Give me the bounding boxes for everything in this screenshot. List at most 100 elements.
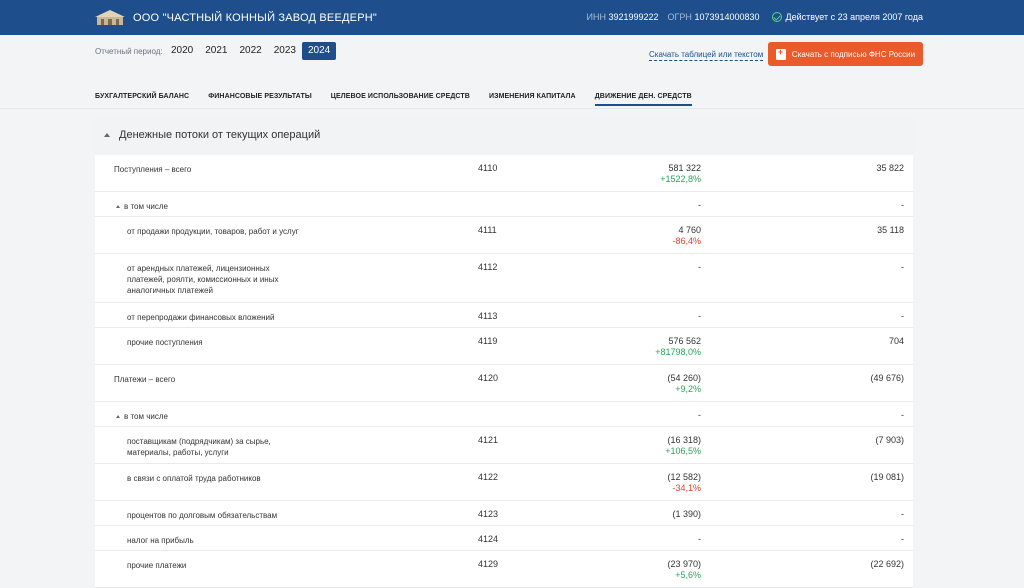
table-row: прочие платежи 4129 (23 970) +5,6% (22 692) — [95, 551, 913, 588]
company-logo-icon — [95, 10, 125, 25]
value-2024-text: - — [698, 534, 701, 544]
status-text: Действует с 23 апреля 2007 года — [785, 12, 923, 22]
report-tabs: БУХГАЛТЕРСКИЙ БАЛАНС ФИНАНСОВЫЕ РЕЗУЛЬТАТ… — [95, 93, 692, 106]
company-requisites: ИНН 3921999222 ОГРН 1073914000830 Действ… — [586, 12, 923, 22]
row-code: 4123 — [478, 509, 499, 519]
value-2024-text: (54 260) — [667, 373, 701, 383]
section-title: Денежные потоки от текущих операций — [119, 129, 321, 141]
tab-1[interactable]: БУХГАЛТЕРСКИЙ БАЛАНС — [95, 93, 189, 106]
table-row: поставщикам (подрядчикам) за сырье, мате… — [95, 427, 913, 464]
cashflow-table: Поступления – всего 4110 581 322 +1522,8% 35… — [95, 155, 913, 588]
tab-3[interactable]: ЦЕЛЕВОЕ ИСПОЛЬЗОВАНИЕ СРЕДСТВ — [331, 93, 470, 106]
row-code: 4110 — [478, 163, 498, 173]
tab-2[interactable]: ФИНАНСОВЫЕ РЕЗУЛЬТАТЫ — [208, 93, 312, 106]
cashflow-panel: Денежные потоки от текущих операций Пост… — [95, 115, 913, 588]
period-label: Отчетный период: — [95, 47, 163, 56]
table-row[interactable]: в том числе - - — [95, 192, 913, 217]
report-controls: Отчетный период: 2020 2021 2022 2023 2024 Ск… — [0, 35, 1024, 109]
section-header[interactable]: Денежные потоки от текущих операций — [95, 115, 913, 155]
value-2024-text: 4 760 — [678, 225, 701, 235]
value-2023: - — [901, 509, 904, 519]
change-percent: -34,1% — [672, 483, 701, 493]
tab-5[interactable]: ДВИЖЕНИЕ ДЕН. СРЕДСТВ — [594, 93, 692, 106]
value-2024: - — [698, 410, 701, 421]
change-percent: -86,4% — [672, 236, 701, 246]
row-code: 4112 — [478, 262, 498, 272]
value-2023: 35 822 — [876, 163, 904, 173]
collapse-caret-icon[interactable] — [104, 133, 110, 137]
row-name: в том числе — [116, 411, 316, 422]
change-percent: +9,2% — [675, 384, 701, 394]
download-signed-label: Скачать с подписью ФНС России — [791, 49, 916, 59]
change-percent: +5,6% — [675, 570, 701, 580]
value-2023: - — [901, 311, 904, 321]
value-2023: (49 676) — [870, 373, 904, 383]
table-row: прочие поступления 4119 576 562 +81798,0% 70… — [95, 328, 913, 365]
row-name: от продажи продукции, товаров, работ и у… — [127, 227, 299, 236]
value-2024: (12 582) -34,1% — [667, 472, 701, 494]
value-2024-text: (23 970) — [667, 559, 701, 569]
ogrn-value: 1073914000830 — [694, 12, 760, 22]
row-name: прочие платежи — [127, 561, 187, 570]
row-name: процентов по долговым обязательствам — [127, 511, 278, 520]
value-2024: - — [698, 534, 701, 545]
row-name: в том числе — [116, 201, 316, 212]
ogrn-label: ОГРН — [667, 12, 692, 22]
table-row: от продажи продукции, товаров, работ и у… — [95, 217, 913, 254]
value-2023: (22 692) — [870, 559, 904, 569]
row-name-text: в том числе — [124, 412, 168, 421]
value-2024-text: 576 562 — [668, 336, 701, 346]
tab-4[interactable]: ИЗМЕНЕНИЯ КАПИТАЛА — [489, 93, 576, 106]
value-2023: - — [901, 200, 904, 210]
change-percent: +1522,8% — [660, 174, 701, 184]
table-row: от перепродажи финансовых вложений 4113 - - — [95, 303, 913, 328]
expand-caret-icon[interactable] — [116, 415, 120, 418]
inn-value: 3921999222 — [608, 12, 659, 22]
row-code: 4120 — [478, 373, 499, 383]
value-2023: - — [901, 410, 904, 420]
year-option-2022[interactable]: 2022 — [234, 42, 268, 60]
year-option-2020[interactable]: 2020 — [165, 42, 199, 60]
download-table-link[interactable]: Скачать таблицей или текстом — [649, 50, 764, 61]
year-option-2023[interactable]: 2023 — [268, 42, 302, 60]
value-2024: (23 970) +5,6% — [667, 559, 701, 581]
value-2024: 576 562 +81798,0% — [655, 336, 701, 358]
top-bar: ООО "ЧАСТНЫЙ КОННЫЙ ЗАВОД ВЕЕДЕРН" ИНН 3… — [0, 0, 1024, 35]
row-name: от арендных платежей, лицензионных плате… — [127, 264, 279, 295]
row-name: налог на прибыль — [127, 536, 194, 545]
value-2023: 35 118 — [877, 225, 904, 235]
table-row: налог на прибыль 4124 - - — [95, 526, 913, 551]
value-2024-text: - — [698, 410, 701, 420]
download-signed-button[interactable]: Скачать с подписью ФНС России — [768, 42, 923, 66]
row-code: 4111 — [478, 225, 497, 235]
row-code: 4119 — [478, 336, 498, 346]
status-badge: Действует с 23 апреля 2007 года — [771, 12, 923, 22]
row-name: от перепродажи финансовых вложений — [127, 313, 275, 322]
company-name: ООО "ЧАСТНЫЙ КОННЫЙ ЗАВОД ВЕЕДЕРН" — [133, 12, 377, 24]
value-2024-text: (1 390) — [672, 509, 701, 519]
value-2024-text: (16 318) — [667, 435, 701, 445]
check-circle-icon — [771, 12, 782, 22]
value-2023: (7 903) — [875, 435, 904, 445]
change-percent: +81798,0% — [655, 347, 701, 357]
value-2023: 704 — [888, 336, 904, 346]
year-option-2021[interactable]: 2021 — [199, 42, 233, 60]
value-2024-text: - — [698, 200, 701, 210]
value-2023: (19 081) — [870, 472, 904, 482]
year-option-2024[interactable]: 2024 — [302, 42, 337, 60]
row-name: Поступления – всего — [114, 165, 192, 174]
value-2024: 4 760 -86,4% — [672, 225, 701, 247]
table-row: Платежи – всего 4120 (54 260) +9,2% (49 676) — [95, 365, 913, 402]
value-2024: - — [698, 262, 701, 273]
table-row: от арендных платежей, лицензионных плате… — [95, 254, 913, 303]
table-row: в связи с оплатой труда работников 4122 (1… — [95, 464, 913, 501]
table-row: Поступления – всего 4110 581 322 +1522,8% 35… — [95, 155, 913, 192]
value-2024-text: - — [698, 262, 701, 272]
expand-caret-icon[interactable] — [116, 205, 120, 208]
value-2023: - — [901, 534, 904, 544]
value-2024: 581 322 +1522,8% — [660, 163, 701, 185]
table-row[interactable]: в том числе - - — [95, 402, 913, 427]
value-2024: (1 390) — [672, 509, 701, 520]
row-name: Платежи – всего — [114, 375, 176, 384]
inn-label: ИНН — [586, 12, 606, 22]
